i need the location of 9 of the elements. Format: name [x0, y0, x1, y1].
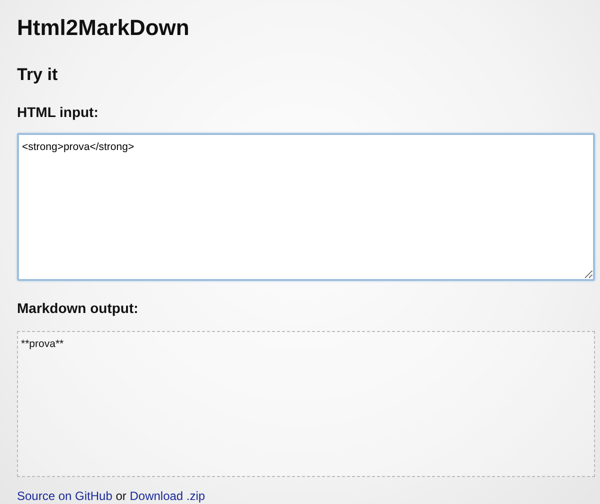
- markdown-output-box: **prova**: [17, 331, 595, 477]
- field-label: Markdown output:: [17, 299, 140, 317]
- field-label: HTML input:: [17, 103, 100, 121]
- footer-text: Source on GitHub or Download .zip: [17, 489, 206, 503]
- source-link[interactable]: Source on GitHub: [17, 489, 112, 503]
- download-link[interactable]: Download .zip: [130, 489, 206, 503]
- page-title: Html2MarkDown: [17, 15, 190, 41]
- html-input-field[interactable]: <strong>prova</strong>: [17, 133, 595, 281]
- section-heading: Try it: [17, 65, 59, 85]
